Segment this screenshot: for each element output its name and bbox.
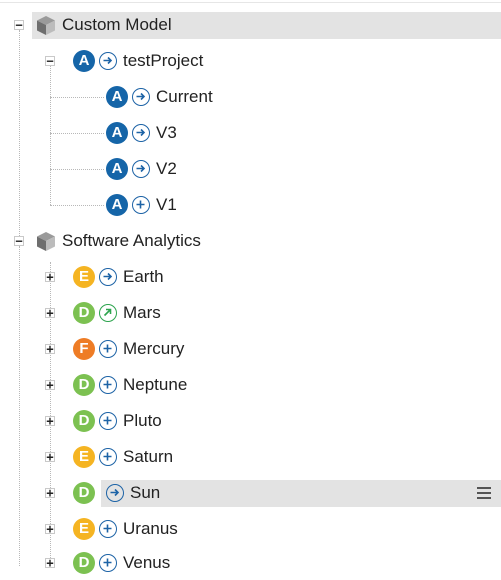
node-label: Pluto — [123, 411, 162, 430]
node-label: V3 — [156, 123, 177, 142]
plus-toggle-icon[interactable]: + — [45, 451, 55, 463]
node-label: testProject — [123, 51, 204, 70]
minus-toggle-icon[interactable]: − — [45, 55, 55, 67]
minus-toggle-icon[interactable]: − — [14, 235, 24, 247]
node-label: Mercury — [123, 339, 185, 358]
tree-node-version[interactable]: A V2 — [0, 152, 501, 186]
arrow-right-circle-icon — [99, 52, 117, 70]
node-label: Uranus — [123, 519, 178, 538]
node-label: Saturn — [123, 447, 174, 466]
node-label: Sun — [130, 483, 161, 502]
grade-badge: A — [106, 86, 128, 108]
tree-node-version[interactable]: A V3 — [0, 116, 501, 150]
plus-toggle-icon[interactable]: + — [45, 343, 55, 355]
tree-node-software-analytics[interactable]: − Software Analytics — [0, 224, 501, 258]
tree-node-project[interactable]: + D Sun — [0, 476, 501, 510]
grade-badge: D — [73, 482, 95, 504]
tree-node-project[interactable]: + D Venus — [0, 546, 501, 580]
tree-node-project[interactable]: + F Mercury — [0, 332, 501, 366]
plus-circle-icon — [99, 554, 117, 572]
grade-badge: D — [73, 410, 95, 432]
hamburger-menu-icon[interactable] — [477, 487, 491, 499]
node-label: V2 — [156, 159, 177, 178]
cube-icon — [37, 232, 55, 251]
tree-node-project[interactable]: + D Mars — [0, 296, 501, 330]
plus-circle-icon — [99, 448, 117, 466]
top-border — [0, 2, 501, 3]
tree-node-project[interactable]: + D Pluto — [0, 404, 501, 438]
plus-toggle-icon[interactable]: + — [45, 271, 55, 283]
grade-badge: A — [73, 50, 95, 72]
grade-badge: E — [73, 446, 95, 468]
plus-circle-icon — [99, 376, 117, 394]
tree-connector — [50, 169, 104, 170]
node-label: Venus — [123, 553, 171, 572]
plus-circle-icon — [99, 340, 117, 358]
plus-circle-icon — [132, 196, 150, 214]
plus-circle-icon — [99, 520, 117, 538]
arrow-right-circle-icon — [132, 124, 150, 142]
arrow-right-circle-icon — [132, 160, 150, 178]
tree-connector — [50, 97, 104, 98]
tree-node-custom-model[interactable]: − Custom Model — [0, 8, 501, 42]
cube-icon — [37, 16, 55, 35]
grade-badge: D — [73, 552, 95, 574]
node-label: Neptune — [123, 375, 188, 394]
node-highlight — [101, 480, 501, 507]
arrow-right-circle-icon — [106, 484, 124, 502]
tree-connector — [50, 205, 104, 206]
node-label: Earth — [123, 267, 164, 286]
node-label: V1 — [156, 195, 177, 214]
grade-badge: E — [73, 266, 95, 288]
tree-node-testproject[interactable]: − A testProject — [0, 44, 501, 78]
node-label: Mars — [123, 303, 161, 322]
grade-badge: E — [73, 518, 95, 540]
tree-node-project[interactable]: + D Neptune — [0, 368, 501, 402]
tree-node-project[interactable]: + E Uranus — [0, 512, 501, 546]
tree-node-project[interactable]: + E Saturn — [0, 440, 501, 474]
tree-node-project[interactable]: + E Earth — [0, 260, 501, 294]
tree-node-version[interactable]: A Current — [0, 80, 501, 114]
grade-badge: A — [106, 194, 128, 216]
plus-toggle-icon[interactable]: + — [45, 415, 55, 427]
plus-toggle-icon[interactable]: + — [45, 487, 55, 499]
minus-toggle-icon[interactable]: − — [14, 19, 24, 31]
tree-connector — [50, 133, 104, 134]
plus-circle-icon — [99, 412, 117, 430]
grade-badge: D — [73, 302, 95, 324]
node-label: Custom Model — [62, 15, 172, 34]
grade-badge: A — [106, 158, 128, 180]
grade-badge: A — [106, 122, 128, 144]
arrow-right-circle-icon — [99, 268, 117, 286]
node-label: Software Analytics — [62, 231, 201, 250]
plus-toggle-icon[interactable]: + — [45, 379, 55, 391]
node-label: Current — [156, 87, 213, 106]
grade-badge: F — [73, 338, 95, 360]
tree-node-version[interactable]: A V1 — [0, 188, 501, 222]
plus-toggle-icon[interactable]: + — [45, 557, 55, 569]
plus-toggle-icon[interactable]: + — [45, 523, 55, 535]
arrow-up-right-circle-icon — [99, 304, 117, 322]
grade-badge: D — [73, 374, 95, 396]
arrow-right-circle-icon — [132, 88, 150, 106]
plus-toggle-icon[interactable]: + — [45, 307, 55, 319]
